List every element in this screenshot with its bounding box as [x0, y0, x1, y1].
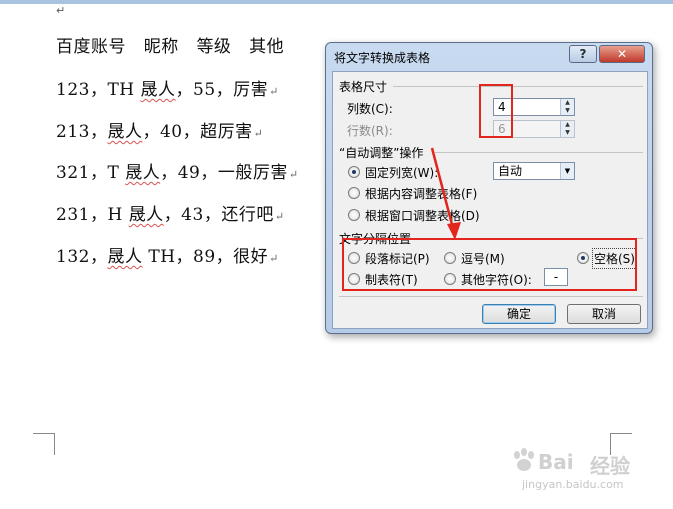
watermark-brand: Bai [538, 450, 574, 474]
arrow-head-icon [447, 222, 461, 240]
watermark-url: jingyan.baidu.com [522, 478, 624, 491]
arrow-shaft [430, 147, 457, 237]
watermark-brand-cn: 经验 [590, 454, 630, 478]
annotation-arrow [430, 147, 461, 240]
paw-logo-icon [514, 448, 534, 471]
